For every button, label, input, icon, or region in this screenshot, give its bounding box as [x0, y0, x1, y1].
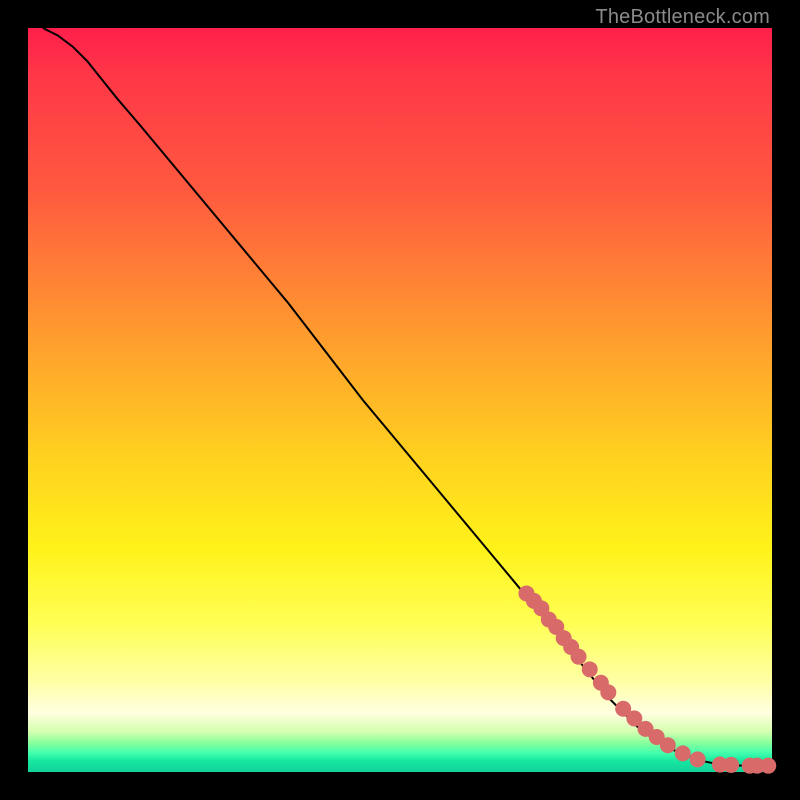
plot-area: [28, 28, 772, 772]
chart-frame: TheBottleneck.com: [0, 0, 800, 800]
chart-svg: [28, 28, 772, 772]
marker-group: [518, 585, 776, 773]
marker-dot: [660, 737, 676, 753]
watermark-text: TheBottleneck.com: [595, 6, 770, 29]
marker-dot: [723, 757, 739, 773]
marker-dot: [600, 684, 616, 700]
marker-dot: [582, 661, 598, 677]
marker-dot: [690, 751, 706, 767]
marker-dot: [675, 745, 691, 761]
marker-dot: [571, 649, 587, 665]
curve-line: [43, 28, 772, 766]
marker-dot: [760, 758, 776, 774]
